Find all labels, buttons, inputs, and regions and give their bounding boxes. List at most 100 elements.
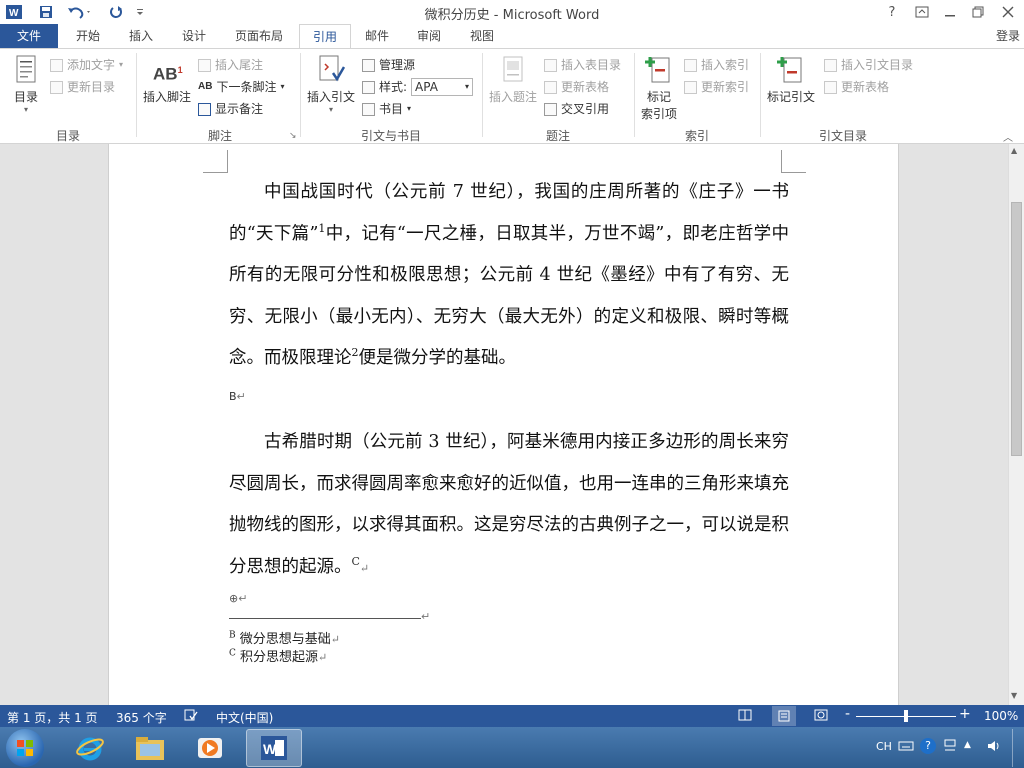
next-footnote-button[interactable]: AB 下一条脚注 ▾	[198, 77, 284, 97]
update-table-button[interactable]: 更新表格	[544, 77, 609, 97]
footnote-ref: 2	[351, 346, 359, 360]
word-taskbar-icon[interactable]: W	[246, 729, 302, 767]
ribbon-tabs: 文件 开始 插入 设计 页面布局 引用 邮件 审阅 视图 登录	[0, 24, 1024, 50]
footnote-dialog-launcher-icon[interactable]: ↘	[289, 131, 297, 141]
zoom-slider-thumb[interactable]	[904, 710, 908, 722]
page-count[interactable]: 第 1 页，共 1 页	[7, 709, 98, 726]
word-count[interactable]: 365 个字	[116, 709, 167, 726]
tab-references[interactable]: 引用	[299, 24, 351, 50]
bibliography-dropdown-icon: ▾	[407, 104, 412, 113]
table-of-figures-icon	[544, 58, 557, 72]
show-desktop-button[interactable]	[1012, 729, 1024, 767]
insert-table-of-authorities-button[interactable]: 插入引文目录	[824, 55, 913, 75]
insert-caption-button[interactable]: 插入题注	[486, 55, 540, 105]
note-mark-b: B↵	[229, 390, 246, 403]
insert-citation-dropdown-icon: ▾	[328, 105, 333, 114]
proofing-icon[interactable]	[184, 709, 198, 724]
show-notes-button[interactable]: 显示备注	[198, 99, 263, 119]
mark-citation-icon	[777, 55, 805, 85]
scroll-thumb[interactable]	[1011, 202, 1022, 456]
svg-text:W: W	[263, 741, 277, 757]
paragraph-mark-icon: ↵	[359, 561, 370, 575]
group-label-citations: 引文与书目	[360, 129, 421, 143]
update-authorities-table-button[interactable]: 更新表格	[824, 77, 889, 97]
scroll-down-icon[interactable]: ▼	[1011, 691, 1017, 700]
paragraph-2: 古希腊时期（公元前 3 世纪），阿基米德用内接正多边形的周长来穷尽圆周长，而求得…	[229, 432, 789, 577]
update-index-icon	[684, 80, 697, 94]
insert-citation-icon	[317, 55, 346, 85]
bibliography-button[interactable]: 书目 ▾	[362, 99, 411, 119]
tab-review[interactable]: 审阅	[406, 24, 452, 48]
group-label-footnotes: 脚注	[207, 129, 232, 143]
paragraph-mark-icon: ↵	[330, 633, 340, 646]
restore-icon[interactable]	[966, 2, 990, 22]
zoom-in-button[interactable]: +	[959, 706, 971, 722]
insert-endnote-button[interactable]: 插入尾注	[198, 55, 263, 75]
print-layout-icon[interactable]	[772, 706, 796, 726]
tab-insert[interactable]: 插入	[116, 24, 166, 48]
add-text-dropdown-icon: ▾	[119, 60, 124, 69]
manage-sources-icon	[362, 58, 375, 72]
group-separator	[760, 53, 761, 137]
tab-design[interactable]: 设计	[170, 24, 218, 48]
volume-icon[interactable]	[986, 739, 1002, 756]
manage-sources-button[interactable]: 管理源	[362, 55, 415, 75]
update-toc-button[interactable]: 更新目录	[50, 77, 115, 97]
cross-reference-button[interactable]: 交叉引用	[544, 99, 609, 119]
style-dropdown[interactable]: APA ▾	[411, 78, 474, 96]
minimize-icon[interactable]	[938, 2, 962, 22]
keyboard-icon[interactable]	[898, 740, 914, 755]
tab-page-layout[interactable]: 页面布局	[226, 24, 292, 48]
toc-button[interactable]: 目录 ▾	[6, 55, 46, 114]
zoom-out-button[interactable]: -	[845, 706, 850, 722]
file-explorer-icon[interactable]	[122, 729, 178, 767]
group-label-toc: 目录	[55, 129, 80, 143]
ime-indicator[interactable]: CH	[876, 740, 892, 753]
tab-home[interactable]: 开始	[62, 24, 114, 48]
language-indicator[interactable]: 中文(中国)	[216, 709, 273, 726]
tab-file[interactable]: 文件	[0, 24, 58, 48]
group-separator	[136, 53, 137, 137]
ime-settings-icon[interactable]	[943, 738, 957, 757]
web-layout-icon[interactable]	[814, 709, 828, 724]
mark-entry-button[interactable]: 标记 索引项	[638, 55, 680, 122]
group-label-index: 索引	[684, 129, 709, 143]
help-circle-icon[interactable]: ?	[920, 738, 936, 754]
insert-caption-icon	[499, 55, 527, 85]
media-player-icon[interactable]	[182, 729, 238, 767]
margin-corner-mark	[781, 150, 806, 173]
insert-index-icon	[684, 58, 697, 72]
footnote-icon: AB1	[153, 64, 183, 84]
style-icon	[362, 80, 375, 94]
group-label-authorities: 引文目录	[818, 129, 867, 143]
update-index-button[interactable]: 更新索引	[684, 77, 749, 97]
tab-mailings[interactable]: 邮件	[354, 24, 400, 48]
read-mode-icon[interactable]	[738, 709, 752, 724]
close-icon[interactable]	[996, 2, 1020, 22]
show-notes-icon	[198, 102, 211, 116]
internet-explorer-icon[interactable]	[62, 729, 118, 767]
add-text-icon	[50, 58, 63, 72]
mark-citation-button[interactable]: 标记引文	[764, 55, 818, 105]
add-text-button[interactable]: 添加文字 ▾	[50, 55, 123, 75]
zoom-level[interactable]: 100%	[984, 709, 1018, 723]
vertical-scrollbar[interactable]: ▲ ▼	[1008, 144, 1024, 705]
insert-footnote-button[interactable]: AB1 插入脚注	[142, 55, 192, 105]
margin-corner-mark	[203, 150, 228, 173]
window-title: 微积分历史 - Microsoft Word	[424, 8, 600, 23]
insert-table-of-figures-button[interactable]: 插入表目录	[544, 55, 621, 75]
collapse-ribbon-icon[interactable]: ︿	[1003, 129, 1013, 144]
start-button-icon[interactable]	[6, 729, 44, 767]
login-link[interactable]: 登录	[992, 24, 1024, 48]
help-button[interactable]: ?	[880, 2, 904, 22]
tab-view[interactable]: 视图	[458, 24, 506, 48]
scroll-up-icon[interactable]: ▲	[1011, 146, 1017, 155]
insert-index-button[interactable]: 插入索引	[684, 55, 749, 75]
toc-dropdown-icon: ▾	[23, 105, 28, 114]
insert-citation-button[interactable]: 插入引文 ▾	[304, 55, 358, 114]
object-anchor-icon: ⊕↵	[229, 592, 248, 605]
status-bar: 第 1 页，共 1 页 365 个字 中文(中国) - + 100%	[0, 705, 1024, 727]
show-hidden-icons-icon[interactable]: ▲	[964, 740, 971, 750]
ribbon-display-options-icon[interactable]	[910, 2, 934, 22]
document-page[interactable]: 中国战国时代（公元前 7 世纪），我国的庄周所著的《庄子》一书的“天下篇”1中，…	[108, 144, 899, 705]
